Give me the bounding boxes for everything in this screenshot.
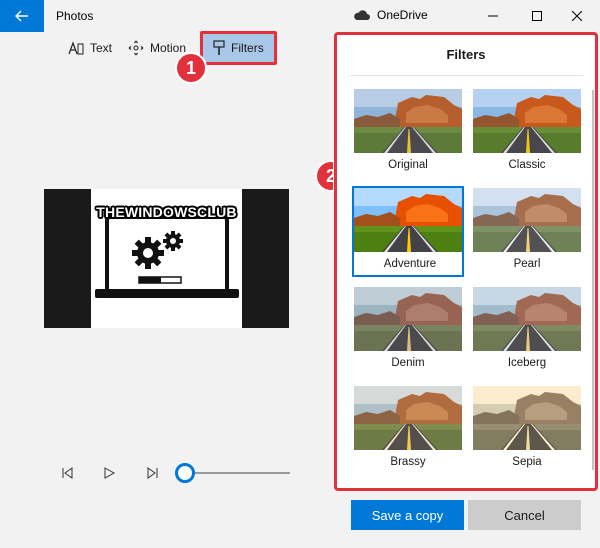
filter-tile-brassy[interactable]: Brassy: [352, 384, 464, 475]
callout-badge-1: 1: [175, 52, 207, 84]
timeline-slider-thumb[interactable]: [175, 463, 195, 483]
minimize-button[interactable]: [470, 0, 516, 32]
preview-image: THEWINDOWSCLUB: [91, 189, 242, 328]
text-tool-button[interactable]: Text: [60, 33, 120, 63]
filter-label: Iceberg: [507, 357, 547, 369]
text-icon: [68, 41, 84, 55]
motion-icon: [128, 40, 144, 56]
close-icon: [572, 11, 582, 21]
filter-tile-sepia[interactable]: Sepia: [471, 384, 583, 475]
playback-controls: [58, 460, 298, 486]
filters-panel: Filters Original Classic Adventure Pearl: [334, 32, 598, 491]
filter-thumbnail: [354, 287, 462, 351]
filter-label: Pearl: [513, 258, 541, 270]
brush-icon: [213, 40, 225, 55]
text-tool-label: Text: [90, 41, 113, 55]
filters-title: Filters: [446, 47, 486, 62]
save-copy-button[interactable]: Save a copy: [351, 500, 464, 530]
app-title: Photos: [56, 9, 94, 23]
watermark-text: THEWINDOWSCLUB: [96, 204, 237, 220]
filter-thumbnail: [473, 287, 581, 351]
filters-tool-label: Filters: [231, 41, 264, 55]
filter-thumbnail: [473, 188, 581, 252]
filter-label: Original: [388, 159, 428, 171]
editor-pane: Text Motion Filters 1 THEWINDOWSCLUB 2: [0, 31, 347, 548]
timeline-track[interactable]: [186, 472, 290, 474]
filters-pane: Filters Original Classic Adventure Pearl: [333, 32, 600, 548]
photo-preview: THEWINDOWSCLUB: [44, 189, 289, 328]
filter-tile-classic[interactable]: Classic: [471, 87, 583, 178]
onedrive-button[interactable]: OneDrive: [353, 8, 428, 22]
filter-thumbnail: [354, 89, 462, 153]
filter-tile-denim[interactable]: Denim: [352, 285, 464, 376]
filter-label: Brassy: [390, 456, 426, 468]
step-back-icon: [62, 467, 73, 479]
filter-tile-iceberg[interactable]: Iceberg: [471, 285, 583, 376]
close-button[interactable]: [554, 0, 600, 32]
filters-tool-button[interactable]: Filters: [200, 31, 277, 65]
filter-tile-pearl[interactable]: Pearl: [471, 186, 583, 277]
filter-tile-adventure[interactable]: Adventure: [352, 186, 464, 277]
maximize-icon: [532, 11, 542, 21]
filter-thumbnail: [354, 188, 462, 252]
title-divider: [349, 75, 583, 76]
onedrive-label: OneDrive: [377, 8, 428, 22]
motion-tool-label: Motion: [150, 41, 187, 55]
filter-label: Denim: [391, 357, 425, 369]
filters-scrollbar[interactable]: [592, 90, 594, 470]
back-arrow-icon: [15, 10, 28, 22]
play-button[interactable]: [100, 464, 118, 482]
filter-label: Adventure: [383, 258, 437, 270]
cloud-icon: [354, 10, 370, 20]
minimize-icon: [488, 15, 498, 17]
filter-tile-original[interactable]: Original: [352, 87, 464, 178]
back-button[interactable]: [0, 0, 44, 32]
filter-thumbnail: [473, 89, 581, 153]
filter-label: Classic: [508, 159, 546, 171]
filter-thumbnail: [473, 386, 581, 450]
cancel-button[interactable]: Cancel: [468, 500, 581, 530]
next-frame-button[interactable]: [144, 464, 162, 482]
filter-thumbnail: [354, 386, 462, 450]
play-icon: [104, 467, 115, 479]
previous-frame-button[interactable]: [58, 464, 76, 482]
step-forward-icon: [147, 467, 158, 479]
edit-toolbar: Text Motion Filters: [60, 31, 277, 65]
title-bar: Photos OneDrive: [0, 0, 600, 32]
filter-label: Sepia: [512, 456, 542, 468]
